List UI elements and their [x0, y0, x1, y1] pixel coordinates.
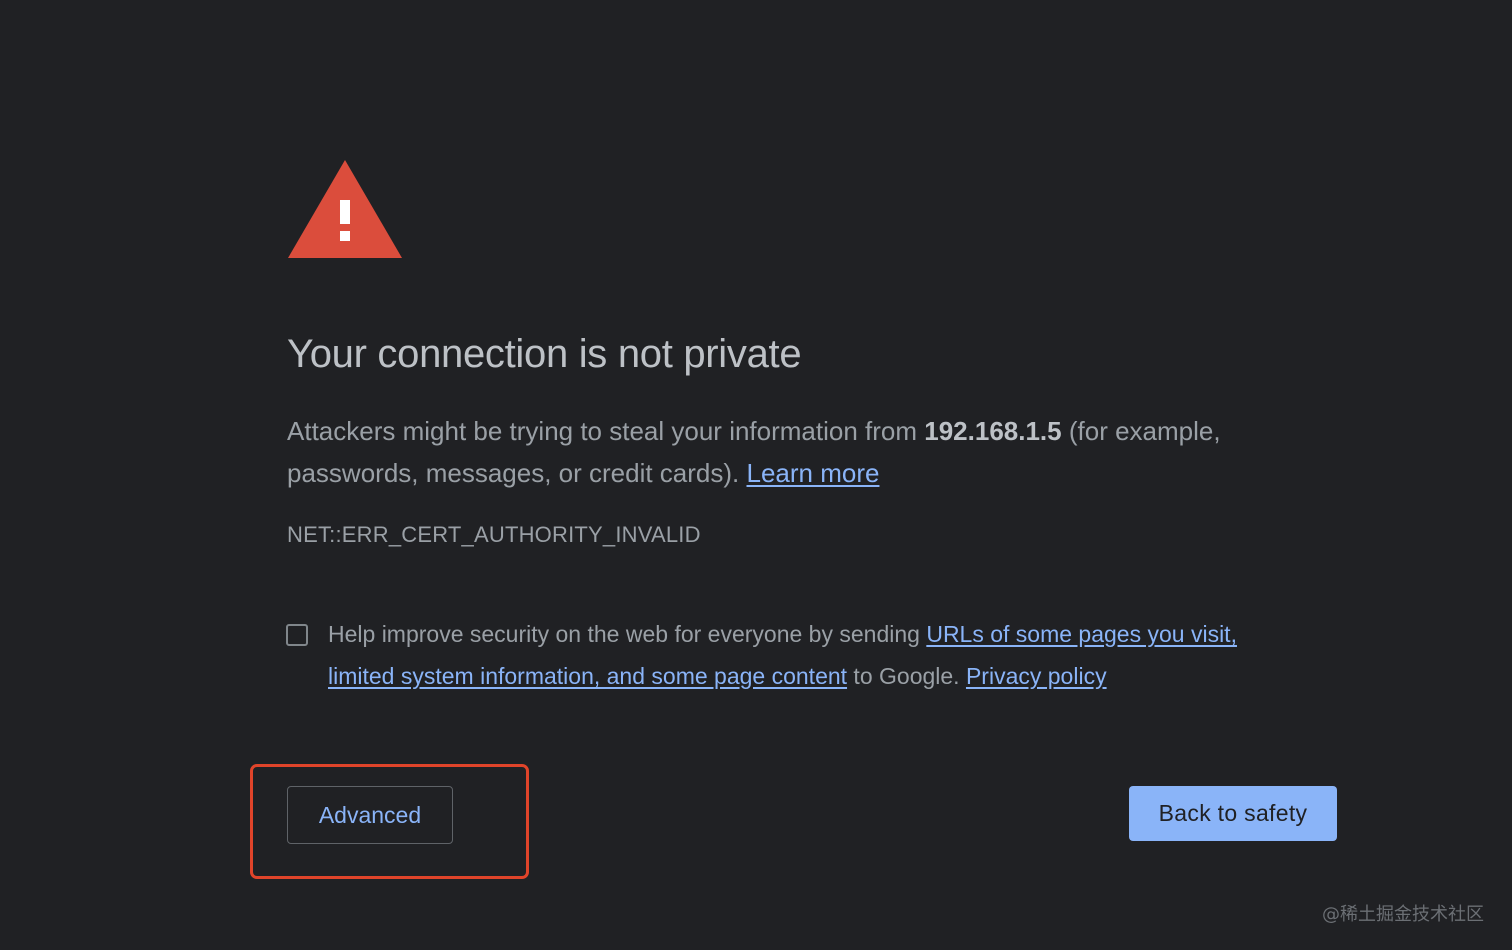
warning-triangle-icon [288, 160, 402, 258]
page-title: Your connection is not private [287, 332, 802, 376]
optin-text-middle: to Google. [847, 663, 966, 689]
explanation-text-before: Attackers might be trying to steal your … [287, 416, 925, 446]
host-address: 192.168.1.5 [924, 416, 1062, 446]
privacy-policy-link[interactable]: Privacy policy [966, 663, 1107, 689]
error-code: NET::ERR_CERT_AUTHORITY_INVALID [287, 522, 701, 547]
learn-more-link[interactable]: Learn more [747, 458, 880, 488]
optin-checkbox[interactable] [286, 624, 308, 646]
interstitial-page: Your connection is not private Attackers… [0, 0, 1512, 950]
optin-text-before: Help improve security on the web for eve… [328, 621, 927, 647]
advanced-button[interactable]: Advanced [287, 786, 453, 844]
back-to-safety-button[interactable]: Back to safety [1129, 786, 1337, 841]
explanation-paragraph: Attackers might be trying to steal your … [287, 410, 1297, 494]
watermark-text: @稀土掘金技术社区 [1322, 904, 1484, 925]
optin-label: Help improve security on the web for eve… [328, 613, 1308, 697]
